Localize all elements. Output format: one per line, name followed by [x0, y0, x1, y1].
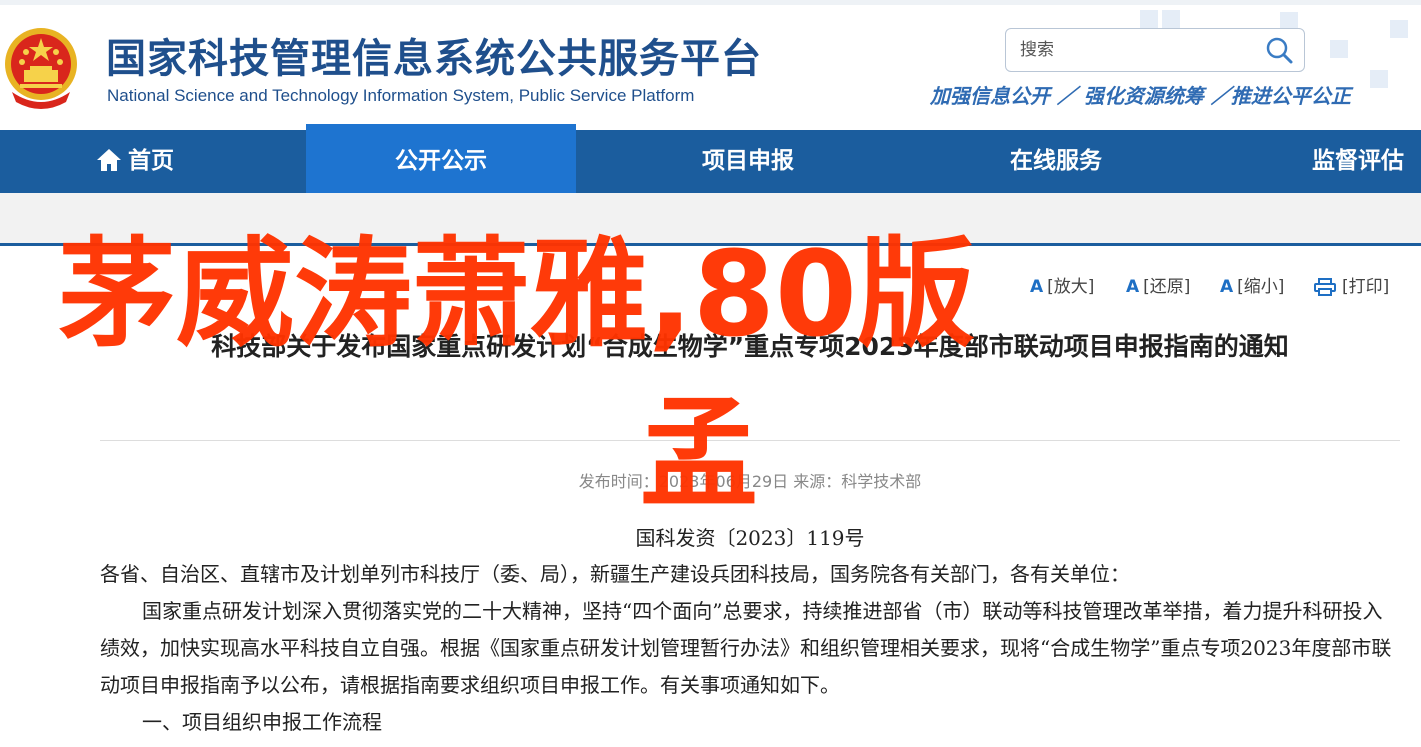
nav-project-application-label: 项目申报 [702, 148, 794, 174]
print-button[interactable]: [打印] [1314, 272, 1389, 297]
font-restore-icon: A [1126, 277, 1140, 297]
home-icon [97, 148, 121, 171]
enlarge-label: [放大] [1047, 277, 1095, 297]
shrink-label: [缩小] [1237, 277, 1285, 297]
enlarge-button[interactable]: A [放大] [1030, 272, 1094, 297]
nav-public-notice-label: 公开公示 [395, 148, 487, 174]
shrink-button[interactable]: A [缩小] [1220, 272, 1284, 297]
overlay-text: 茅威涛萧雅,80版 [58, 225, 976, 363]
nav-home-label: 首页 [128, 148, 174, 174]
nav-home[interactable]: 首页 [60, 130, 210, 193]
document-number: 国科发资〔2023〕119号 [635, 526, 865, 550]
site-subtitle: National Science and Technology Informat… [107, 86, 695, 105]
font-enlarge-icon: A [1030, 277, 1044, 297]
nav-public-notice[interactable]: 公开公示 [306, 124, 576, 199]
paragraph-intro: 国家重点研发计划深入贯彻落实党的二十大精神，坚持“四个面向”总要求，持续推进部省… [100, 599, 1392, 697]
nav-project-application[interactable]: 项目申报 [640, 130, 856, 193]
paragraph-salutation: 各省、自治区、直辖市及计划单列市科技厅（委、局），新疆生产建设兵团科技局，国务院… [100, 562, 1130, 586]
nav-online-service[interactable]: 在线服务 [950, 130, 1162, 193]
search-icon[interactable] [1264, 35, 1294, 65]
search-box[interactable] [1005, 28, 1305, 72]
nav-supervision-label: 监督评估 [1312, 148, 1404, 174]
article-body: 各省、自治区、直辖市及计划单列市科技厅（委、局），新疆生产建设兵团科技局，国务院… [100, 556, 1400, 741]
search-input[interactable] [1018, 37, 1262, 63]
site-header: 国家科技管理信息系统公共服务平台 National Science and Te… [0, 0, 1421, 130]
printer-icon [1314, 278, 1336, 296]
paragraph-section-heading: 一、项目组织申报工作流程 [142, 710, 382, 734]
site-slogan: 加强信息公开 ／ 强化资源统筹 ／推进公平公正 [930, 84, 1351, 108]
national-emblem-icon [5, 28, 77, 109]
print-label: [打印] [1342, 277, 1390, 297]
site-title: 国家科技管理信息系统公共服务平台 [106, 36, 762, 82]
font-shrink-icon: A [1220, 277, 1234, 297]
nav-supervision[interactable]: 监督评估 [1290, 130, 1421, 193]
overlay-text-second-line: 孟 [640, 385, 759, 523]
restore-button[interactable]: A [还原] [1126, 272, 1190, 297]
restore-label: [还原] [1143, 277, 1191, 297]
nav-online-service-label: 在线服务 [1010, 148, 1102, 174]
main-navigation: 首页 公开公示 项目申报 在线服务 监督评估 [0, 124, 1421, 199]
